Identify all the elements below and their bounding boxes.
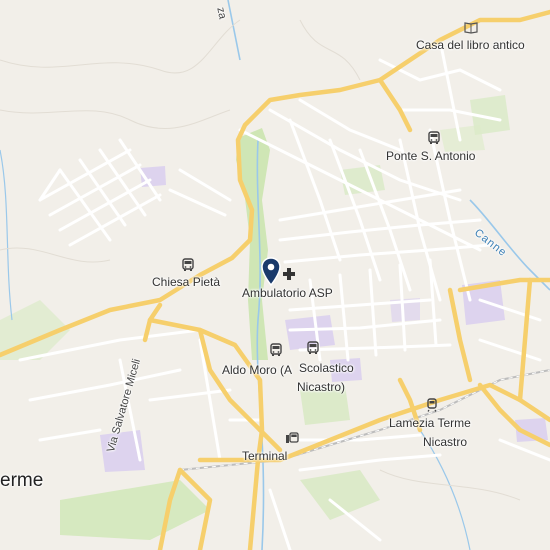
- bus-stop-icon[interactable]: [427, 131, 441, 145]
- place-label-aldo-moro[interactable]: Aldo Moro (A: [222, 363, 292, 377]
- location-pin-icon[interactable]: [261, 257, 281, 287]
- place-label-casa-libro[interactable]: Casa del libro antico: [416, 38, 525, 52]
- bookshop-icon[interactable]: [464, 20, 478, 34]
- place-label-chiesa[interactable]: Chiesa Pietà: [152, 275, 220, 289]
- train-station-icon[interactable]: [425, 398, 439, 412]
- place-label-terme: erme: [0, 470, 44, 491]
- map-canvas[interactable]: Casa del libro antico Ponte S. Antonio C…: [0, 0, 550, 550]
- medical-cross-icon[interactable]: [282, 267, 296, 281]
- bus-stop-icon[interactable]: [306, 341, 320, 355]
- place-label-scolastico-line2[interactable]: Nicastro): [297, 380, 345, 394]
- place-label-ambulatorio[interactable]: Ambulatorio ASP: [242, 286, 333, 300]
- street-label-top: za: [214, 6, 229, 21]
- bus-station-icon[interactable]: [285, 431, 299, 445]
- place-label-lamezia-line2[interactable]: Nicastro: [423, 435, 467, 449]
- place-label-terminal[interactable]: Terminal: [242, 449, 287, 463]
- place-label-scolastico[interactable]: Scolastico: [299, 361, 354, 375]
- place-label-lamezia[interactable]: Lamezia Terme: [389, 416, 471, 430]
- bus-stop-icon[interactable]: [181, 258, 195, 272]
- bus-stop-icon[interactable]: [269, 343, 283, 357]
- place-label-ponte[interactable]: Ponte S. Antonio: [386, 149, 475, 163]
